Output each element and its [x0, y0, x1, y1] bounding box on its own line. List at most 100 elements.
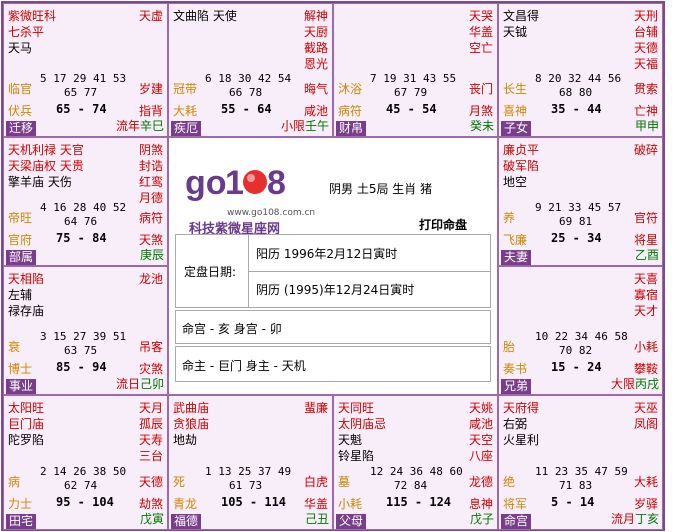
- life-stage: 沐浴: [338, 82, 363, 96]
- age-numbers-2: 67 79: [394, 86, 428, 99]
- flow-label: 流日: [115, 377, 140, 391]
- major-stars: 武曲庙 贪狼庙 地劫: [173, 400, 209, 448]
- minor-star-label: 封诰: [138, 159, 163, 173]
- star-label: 武曲庙: [173, 401, 210, 415]
- chart-title: 打印命盘: [419, 218, 468, 232]
- minor-star-label: 天德: [633, 41, 658, 55]
- center-panel: go 1 8 www.go108.com.cn 科技紫微星座网 阴男 土5局 生…: [168, 137, 498, 395]
- svg-text:1: 1: [225, 164, 244, 202]
- major-stars: 文昌得 天钺: [503, 8, 539, 40]
- major-stars: 天同旺 太阴庙忌 天魁 铃星陷: [338, 400, 386, 464]
- palace-name: 迁移: [6, 121, 37, 136]
- branch-label: 癸未: [469, 119, 494, 133]
- palace-mao: 天相陷 左辅 禄存庙 龙池 3 15 27 39 51 63 75 衰 吊客 博士 85 - 94…: [3, 266, 168, 395]
- minor-stars: 天月 孤辰 天寿 三台: [139, 400, 163, 464]
- star-label: 天魁: [338, 433, 363, 447]
- stem-branch: 流月丁亥: [611, 510, 659, 527]
- minor-star-label: 蜚廉: [303, 401, 328, 415]
- star-label: 天马: [8, 41, 33, 55]
- decade-range: 5 - 14: [551, 495, 595, 509]
- minor-star-label: 天月: [138, 401, 163, 415]
- year-god: 晦气: [303, 82, 328, 96]
- age-numbers-1: 4 16 28 40 52: [40, 201, 127, 214]
- year-god: 天德: [138, 475, 163, 489]
- age-numbers-1: 3 15 27 39 51: [40, 330, 127, 343]
- palace-shen: 文昌得 天钺 天刑 台辅 天德 天福 8 20 32 44 56 68 80 长生 贯索 喜神 35 …: [498, 3, 663, 137]
- star-label: 廉贞平: [503, 143, 540, 157]
- stem-branch: 戊子: [470, 510, 494, 527]
- star-label: 太阴庙忌: [338, 417, 387, 431]
- doctor-god: 博士: [8, 362, 33, 376]
- decade-range: 55 - 64: [221, 102, 272, 116]
- age-numbers-2: 61 73: [229, 479, 263, 492]
- age-numbers-2: 70 82: [559, 344, 593, 357]
- palace-name: 父母: [336, 514, 367, 529]
- star-label: 禄存庙: [8, 304, 45, 318]
- year-god: 官符: [633, 211, 658, 225]
- minor-star-label: 破碎: [633, 143, 658, 157]
- doctor-god: 喜神: [503, 104, 528, 118]
- minor-star-label: 阴煞: [138, 143, 163, 157]
- age-numbers-2: 62 74: [64, 479, 98, 492]
- minor-star-label: 解神: [303, 9, 328, 23]
- life-stage: 帝旺: [8, 211, 33, 225]
- minor-stars: 天巫 凤阁: [634, 400, 658, 432]
- age-numbers-1: 8 20 32 44 56: [535, 72, 622, 85]
- age-numbers-1: 12 24 36 48 60: [370, 465, 463, 478]
- year-god: 病符: [138, 211, 163, 225]
- decade-range: 85 - 94: [56, 360, 107, 374]
- major-stars: 廉贞平 破军陷 地空: [503, 142, 539, 190]
- minor-star-label: 空亡: [468, 41, 493, 55]
- star-label: 陀罗陷: [8, 433, 45, 447]
- year-god: 丧门: [468, 82, 493, 96]
- age-numbers-2: 63 75: [64, 344, 98, 357]
- minor-stars: 蜚廉: [304, 400, 328, 416]
- palace-wei: 天哭 华盖 空亡 7 19 31 43 55 67 79 沐浴 丧门 病符 45 - 54 月煞癸…: [333, 3, 498, 137]
- stem-branch: 流日己卯: [116, 375, 164, 392]
- major-stars: 文曲陷 天使: [173, 8, 237, 24]
- palace-chou: 武曲庙 贪狼庙 地劫 蜚廉 1 13 25 37 49 61 73 死 白虎 青龙 105 - 1…: [168, 395, 333, 530]
- age-numbers-1: 6 18 30 42 54: [205, 72, 292, 85]
- life-stage: 病: [8, 475, 21, 489]
- lunar-date: 阴历 (1995)年12月24日寅时: [256, 283, 415, 297]
- branch-label: 己丑: [304, 512, 329, 526]
- decade-range: 105 - 114: [221, 495, 287, 509]
- star-label: 铃星陷: [338, 449, 375, 463]
- age-numbers-2: 64 76: [64, 215, 98, 228]
- palace-name: 子女: [501, 121, 532, 136]
- year-god: 大耗: [633, 475, 658, 489]
- star-label: 太阳旺: [8, 401, 45, 415]
- age-numbers-1: 11 23 35 47 59: [535, 465, 628, 478]
- star-label: 左辅: [8, 288, 33, 302]
- palace-wu: 文曲陷 天使 解神 天厨 截路 恩光 6 18 30 42 54 66 78 冠带 晦气 大耗 55…: [168, 3, 333, 137]
- doctor-god: 将军: [503, 497, 528, 511]
- minor-star-label: 天姚: [468, 401, 493, 415]
- doctor-god: 青龙: [173, 497, 198, 511]
- age-numbers-1: 7 19 31 43 55: [370, 72, 457, 85]
- life-stage: 绝: [503, 475, 516, 489]
- year-god: 白虎: [303, 475, 328, 489]
- palace-name: 部属: [6, 250, 37, 265]
- age-numbers-2: 72 84: [394, 479, 428, 492]
- life-stage: 养: [503, 211, 516, 225]
- branch-label: 甲申: [634, 119, 659, 133]
- major-stars: 天机利禄 天官 天梁庙权 天贵 擎羊庙 天伤: [8, 142, 84, 190]
- star-label: 天机利禄 天官: [8, 143, 84, 157]
- minor-stars: 破碎: [634, 142, 658, 158]
- minor-stars: 龙池: [139, 271, 163, 287]
- site-url: www.go108.com.cn: [227, 208, 316, 218]
- star-label: 贪狼庙: [173, 417, 210, 431]
- minor-stars: 解神 天厨 截路 恩光: [304, 8, 328, 72]
- decade-range: 35 - 44: [551, 102, 602, 116]
- branch-label: 己卯: [139, 377, 164, 391]
- doctor-god: 奏书: [503, 362, 528, 376]
- doctor-god: 病符: [338, 104, 363, 118]
- branch-label: 戊寅: [139, 512, 164, 526]
- stem-branch: 癸未: [470, 117, 494, 134]
- palace-hai: 天府得 右弼 火星利 天巫 凤阁 11 23 35 47 59 71 83 绝 大耗 将军 5 - …: [498, 395, 663, 530]
- palace-name: 命宫: [501, 514, 532, 529]
- minor-star-label: 天哭: [468, 9, 493, 23]
- palace-si: 紫微旺科 七杀平 天马 天虚 5 17 29 41 53 65 77 临官 岁建 伏兵 65 - …: [3, 3, 168, 137]
- branch-label: 丁亥: [634, 512, 659, 526]
- life-stage: 墓: [338, 475, 351, 489]
